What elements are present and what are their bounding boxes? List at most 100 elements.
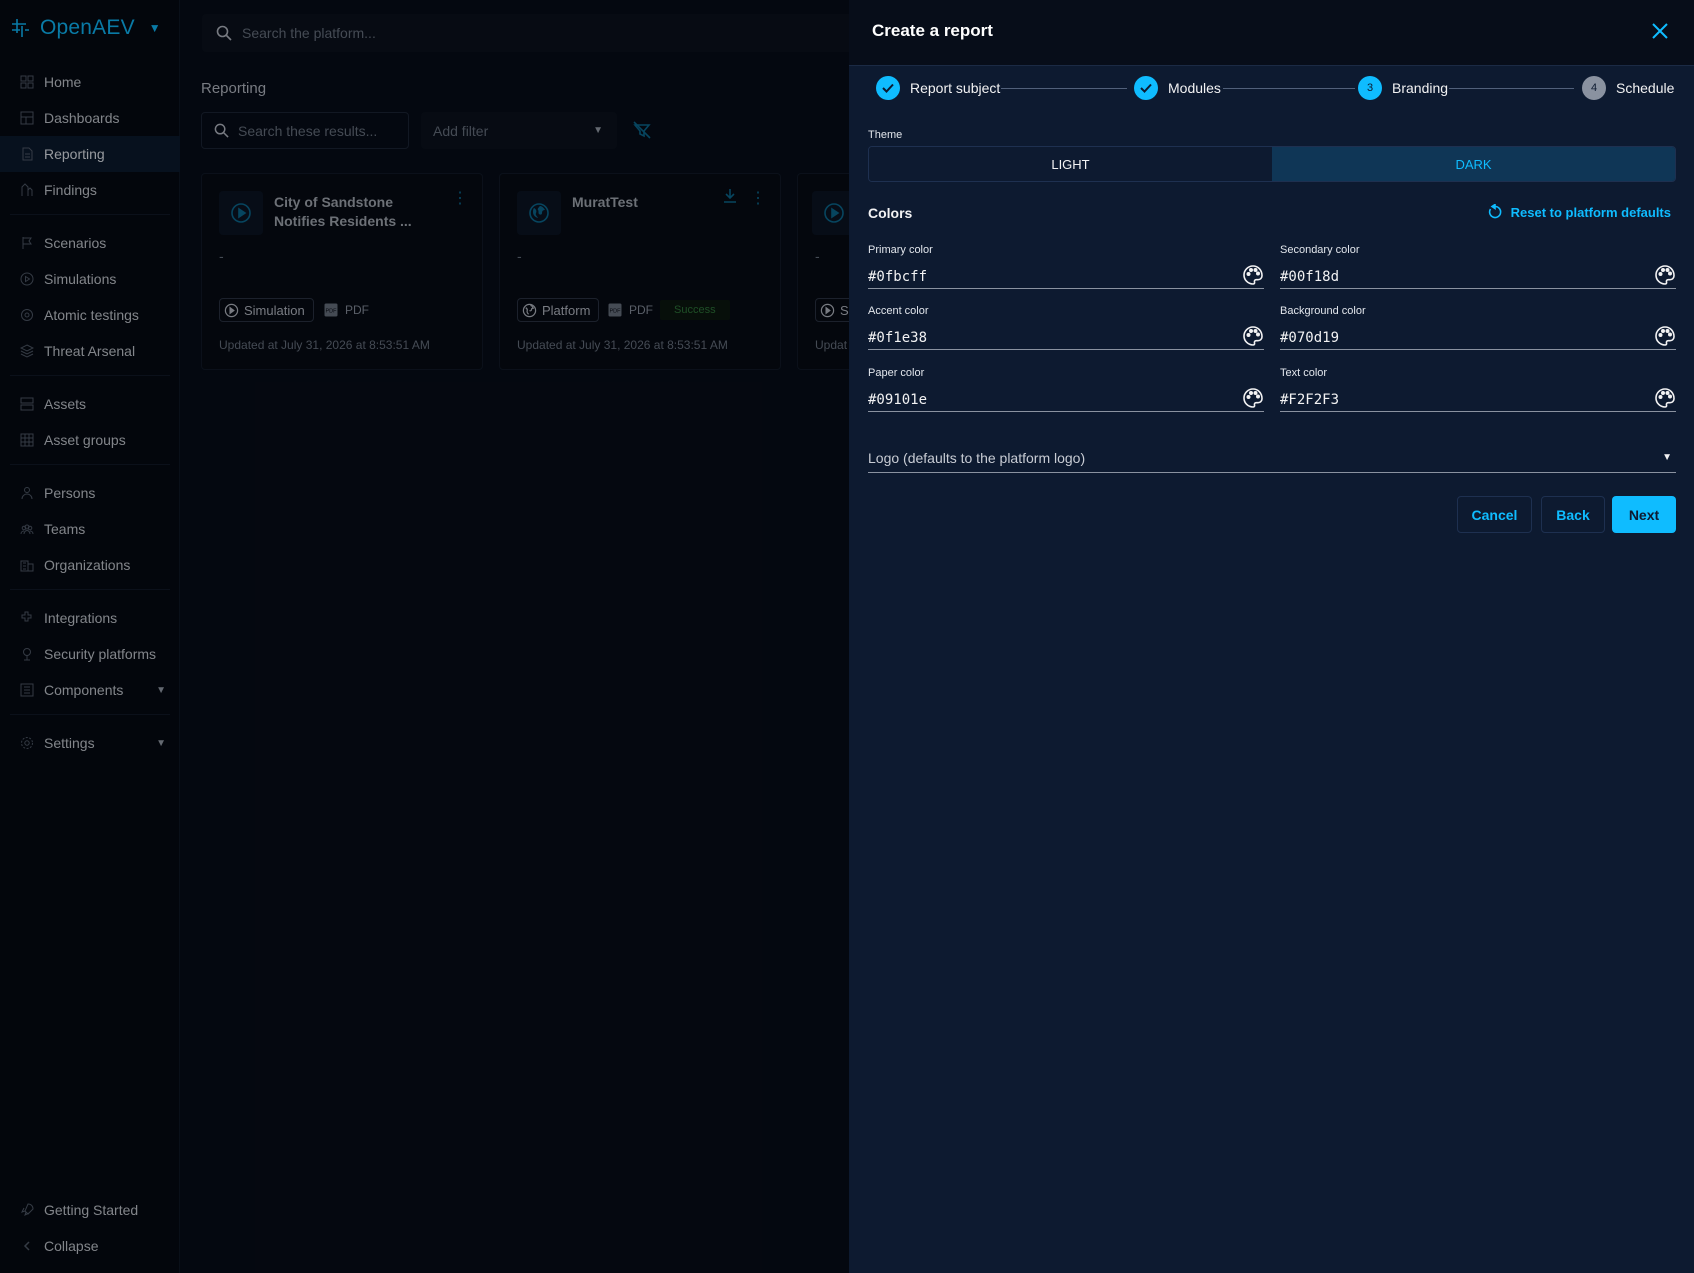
more-vertical-icon[interactable]: ⋮ [452, 188, 468, 208]
play-circle-icon [824, 203, 844, 223]
sidebar-item-organizations[interactable]: Organizations [0, 547, 180, 583]
palette-icon[interactable] [1242, 264, 1264, 286]
back-button[interactable]: Back [1541, 496, 1605, 533]
field-underline [1280, 349, 1676, 350]
reset-defaults-button[interactable]: Reset to platform defaults [1487, 204, 1671, 220]
sidebar-item-label: Getting Started [44, 1202, 139, 1218]
sidebar-item-label: Integrations [44, 610, 118, 626]
openaev-logo-icon [12, 19, 29, 37]
theme-option-dark[interactable]: DARK [1272, 147, 1675, 181]
sidebar-item-home[interactable]: Home [0, 64, 180, 100]
step-number: 3 [1358, 76, 1382, 100]
sidebar-item-dashboards[interactable]: Dashboards [0, 100, 180, 136]
sidebar-item-label: Reporting [44, 146, 105, 162]
step-modules[interactable]: Modules [1134, 75, 1221, 101]
cancel-button[interactable]: Cancel [1457, 496, 1532, 533]
organization-icon [20, 558, 34, 572]
sidebar-item-getting-started[interactable]: Getting Started [0, 1192, 180, 1228]
sidebar-item-components[interactable]: Components ▼ [0, 672, 180, 708]
accent-color-input[interactable] [868, 327, 1218, 349]
pdf-icon: PDF [608, 303, 622, 317]
clear-filters-icon[interactable] [632, 120, 652, 140]
sidebar-item-label: Scenarios [44, 235, 107, 251]
step-connector [1449, 88, 1574, 89]
step-label: Report subject [910, 80, 1001, 96]
results-search-input[interactable]: Search these results... [201, 112, 409, 149]
play-circle-icon [820, 303, 835, 317]
sidebar-item-security-platforms[interactable]: Security platforms [0, 636, 180, 672]
sidebar-item-threat-arsenal[interactable]: Threat Arsenal [0, 333, 180, 369]
sidebar-item-persons[interactable]: Persons [0, 475, 180, 511]
sidebar-item-simulations[interactable]: Simulations [0, 261, 180, 297]
sidebar-item-asset-groups[interactable]: Asset groups [0, 422, 180, 458]
step-number: 4 [1582, 76, 1606, 100]
sidebar-item-integrations[interactable]: Integrations [0, 600, 180, 636]
sidebar-item-scenarios[interactable]: Scenarios [0, 225, 180, 261]
sidebar-item-label: Teams [44, 521, 86, 537]
check-icon [876, 76, 900, 100]
sidebar-item-label: Simulations [44, 271, 117, 287]
step-schedule[interactable]: 4 Schedule [1582, 75, 1674, 101]
palette-icon[interactable] [1242, 387, 1264, 409]
chevron-down-icon[interactable]: ▼ [156, 685, 166, 696]
search-icon [216, 25, 232, 41]
background-color-input[interactable] [1280, 327, 1630, 349]
add-filter-label: Add filter [433, 122, 489, 139]
card-type-icon [517, 191, 561, 235]
sidebar-item-atomic-testings[interactable]: Atomic testings [0, 297, 180, 333]
primary-color-input[interactable] [868, 266, 1218, 288]
platform-search[interactable]: Search the platform... [202, 14, 862, 52]
sidebar-item-label: Asset groups [44, 432, 126, 448]
report-card[interactable]: - Si Updat [797, 173, 857, 370]
more-vertical-icon[interactable]: ⋮ [750, 188, 766, 208]
sidebar-item-label: Atomic testings [44, 307, 139, 323]
sidebar-item-label: Persons [44, 485, 96, 501]
drawer-header: Create a report [849, 0, 1694, 66]
sidebar-item-label: Security platforms [44, 646, 157, 662]
sidebar: OpenAEV ▼ Home Dashboards Reporting Find… [0, 0, 180, 1273]
secondary-color-input[interactable] [1280, 266, 1630, 288]
step-report-subject[interactable]: Report subject [876, 75, 1000, 101]
card-description: - [219, 248, 224, 264]
palette-icon[interactable] [1654, 325, 1676, 347]
card-type-icon [219, 191, 263, 235]
card-type-label: Platform [542, 302, 591, 318]
primary-color-field: Primary color [868, 244, 1264, 304]
brand[interactable]: OpenAEV ▼ [8, 14, 161, 42]
colors-section-title: Colors [868, 205, 913, 221]
assets-icon [20, 397, 34, 411]
sidebar-item-settings[interactable]: Settings ▼ [0, 725, 180, 761]
globe-icon [522, 303, 537, 317]
close-icon[interactable] [1651, 22, 1669, 40]
text-color-input[interactable] [1280, 389, 1630, 411]
step-connector [1223, 88, 1355, 89]
step-label: Modules [1168, 80, 1221, 96]
card-type-chip: Platform [517, 298, 600, 322]
sidebar-item-collapse[interactable]: Collapse [0, 1228, 180, 1264]
palette-icon[interactable] [1654, 387, 1676, 409]
logo-select[interactable]: Logo (defaults to the platform logo) ▼ [868, 443, 1676, 473]
report-card[interactable]: City of Sandstone Notifies Residents ...… [201, 173, 483, 370]
download-icon[interactable] [722, 188, 738, 204]
gear-icon [20, 736, 34, 750]
status-badge: Success [660, 300, 730, 320]
brand-caret-icon[interactable]: ▼ [149, 21, 161, 35]
report-card[interactable]: MuratTest ⋮ - Platform PDF PDF Success U… [499, 173, 781, 370]
integrations-icon [20, 611, 34, 625]
palette-icon[interactable] [1654, 264, 1676, 286]
field-label: Primary color [868, 244, 933, 256]
next-button[interactable]: Next [1612, 496, 1676, 533]
sidebar-item-assets[interactable]: Assets [0, 386, 180, 422]
add-filter-select[interactable]: Add filter ▼ [421, 112, 617, 149]
sidebar-item-reporting[interactable]: Reporting [0, 136, 180, 172]
sidebar-item-label: Findings [44, 182, 97, 198]
step-branding[interactable]: 3 Branding [1358, 75, 1448, 101]
palette-icon[interactable] [1242, 325, 1264, 347]
sidebar-item-label: Collapse [44, 1238, 99, 1254]
theme-label: Theme [868, 129, 903, 141]
theme-option-light[interactable]: LIGHT [869, 147, 1272, 181]
sidebar-item-teams[interactable]: Teams [0, 511, 180, 547]
chevron-down-icon[interactable]: ▼ [156, 738, 166, 749]
sidebar-item-findings[interactable]: Findings [0, 172, 180, 208]
paper-color-input[interactable] [868, 389, 1218, 411]
